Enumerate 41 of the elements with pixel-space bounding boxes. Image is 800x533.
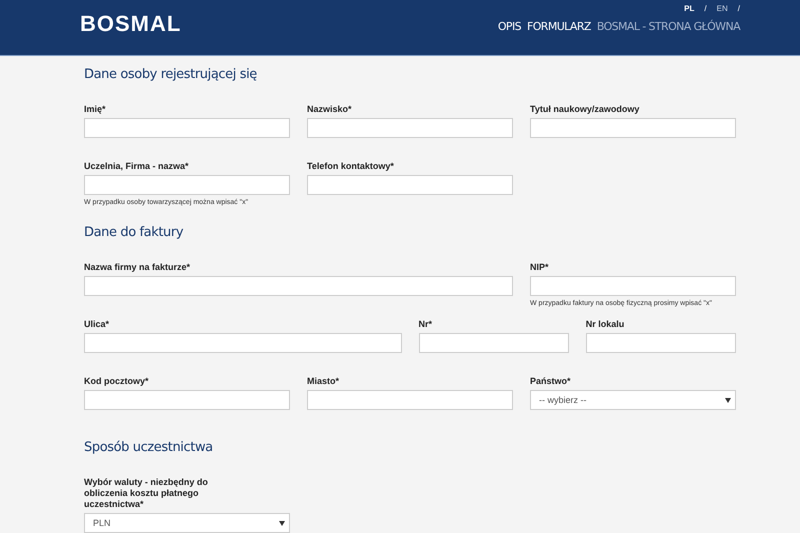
section-heading: Dane osoby rejestrującej się <box>84 66 258 82</box>
nav-link[interactable]: OPIS <box>498 20 521 34</box>
section-heading: Sposób uczestnictwa <box>84 439 214 455</box>
input-field[interactable] <box>586 333 736 353</box>
field-label: Tytuł naukowy/zawodowy <box>530 104 640 115</box>
field-label: Telefon kontaktowy* <box>307 161 395 172</box>
field-label: Nazwa firmy na fakturze* <box>84 262 192 273</box>
dropdown[interactable]: -- wybierz -- <box>530 390 736 410</box>
input-field[interactable] <box>307 175 513 195</box>
section-heading: Dane do faktury <box>84 224 184 240</box>
language-link[interactable]: EN <box>716 4 728 14</box>
field-label: Państwo* <box>530 376 572 387</box>
input-field[interactable] <box>84 276 513 296</box>
separator: / <box>738 4 740 14</box>
field-label: Nr lokalu <box>586 319 626 330</box>
field-label: Nazwisko* <box>307 104 353 115</box>
logo[interactable]: BOSMAL <box>80 11 182 37</box>
language-link[interactable]: PL <box>684 4 694 14</box>
field-label: Nr* <box>418 319 434 330</box>
field-label: NIP* <box>530 262 550 273</box>
separator: / <box>704 4 707 14</box>
input-field[interactable] <box>84 118 290 138</box>
nav-link[interactable]: FORMULARZ <box>526 20 591 34</box>
input-field[interactable] <box>530 118 736 138</box>
input-field[interactable] <box>307 390 513 410</box>
field-label: Kod pocztowy* <box>84 376 150 387</box>
input-field[interactable] <box>418 333 569 353</box>
field-label: Imię* <box>84 104 107 115</box>
input-field[interactable] <box>84 390 290 410</box>
field-label: Miasto* <box>307 376 340 387</box>
input-field[interactable] <box>307 118 513 138</box>
caret-icon <box>279 520 285 526</box>
input-field[interactable] <box>84 175 290 195</box>
field-label: Wybór waluty - niezbędny do obliczenia kosztu płatnego uczestnictwa* <box>84 477 209 510</box>
input-field[interactable] <box>530 276 736 296</box>
dropdown[interactable]: PLN <box>84 513 290 533</box>
input-field[interactable] <box>84 333 402 353</box>
field-label: Ulica* <box>84 319 110 330</box>
field-label: Uczelnia, Firma - nazwa* <box>84 161 190 172</box>
nav-link[interactable]: BOSMAL - STRONA GŁÓWNA <box>596 20 740 34</box>
caret-icon <box>725 398 731 402</box>
